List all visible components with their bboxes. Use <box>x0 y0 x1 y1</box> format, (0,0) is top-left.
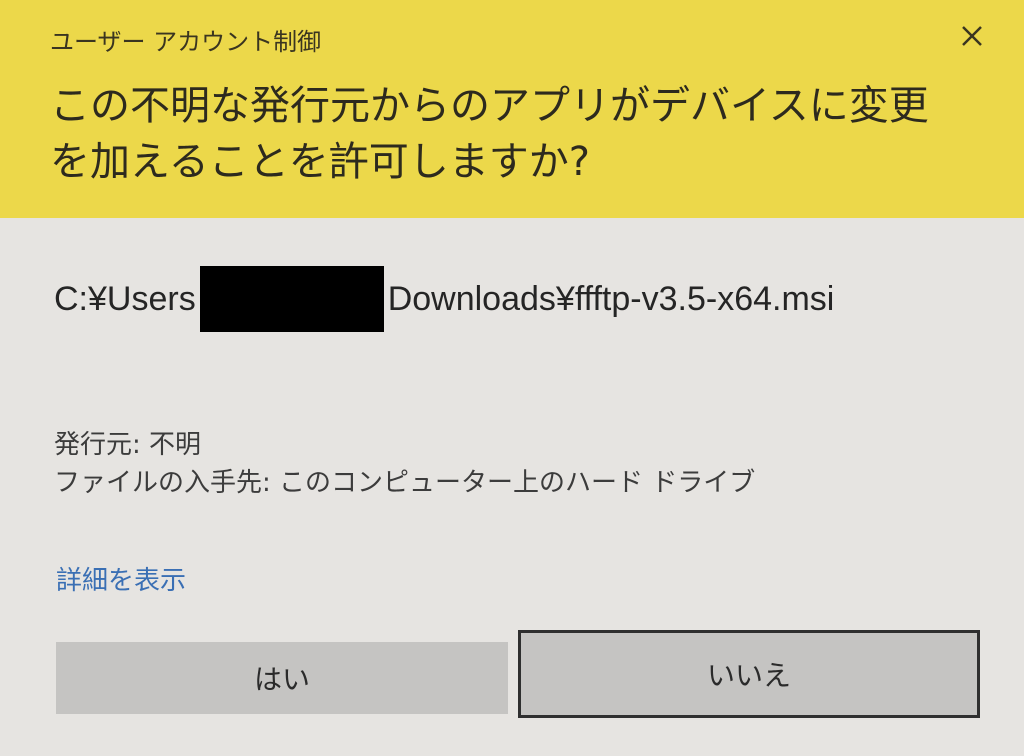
uac-dialog: ユーザー アカウント制御 この不明な発行元からのアプリがデバイスに変更を加えるこ… <box>0 0 1024 756</box>
no-button[interactable]: いいえ <box>518 630 980 718</box>
file-path-suffix: Downloads¥ffftp-v3.5-x64.msi <box>387 280 835 318</box>
file-origin-text: ファイルの入手先: このコンピューター上のハード ドライブ <box>54 468 756 498</box>
yes-button[interactable]: はい <box>56 642 508 714</box>
show-details-link[interactable]: 詳細を表示 <box>56 560 186 597</box>
file-path: C:¥Users Downloads¥ffftp-v3.5-x64.msi <box>54 266 954 332</box>
close-icon <box>962 26 982 46</box>
file-path-prefix: C:¥Users <box>54 280 196 318</box>
program-details: 発行元: 不明 ファイルの入手先: このコンピューター上のハード ドライブ <box>54 426 755 502</box>
redacted-username <box>199 266 384 332</box>
uac-prompt: この不明な発行元からのアプリがデバイスに変更を加えることを許可しますか? <box>50 83 929 185</box>
close-button[interactable] <box>950 16 994 56</box>
publisher-text: 発行元: 不明 <box>54 430 202 460</box>
window-title: ユーザー アカウント制御 <box>50 28 322 56</box>
uac-header: ユーザー アカウント制御 この不明な発行元からのアプリがデバイスに変更を加えるこ… <box>0 0 1024 218</box>
